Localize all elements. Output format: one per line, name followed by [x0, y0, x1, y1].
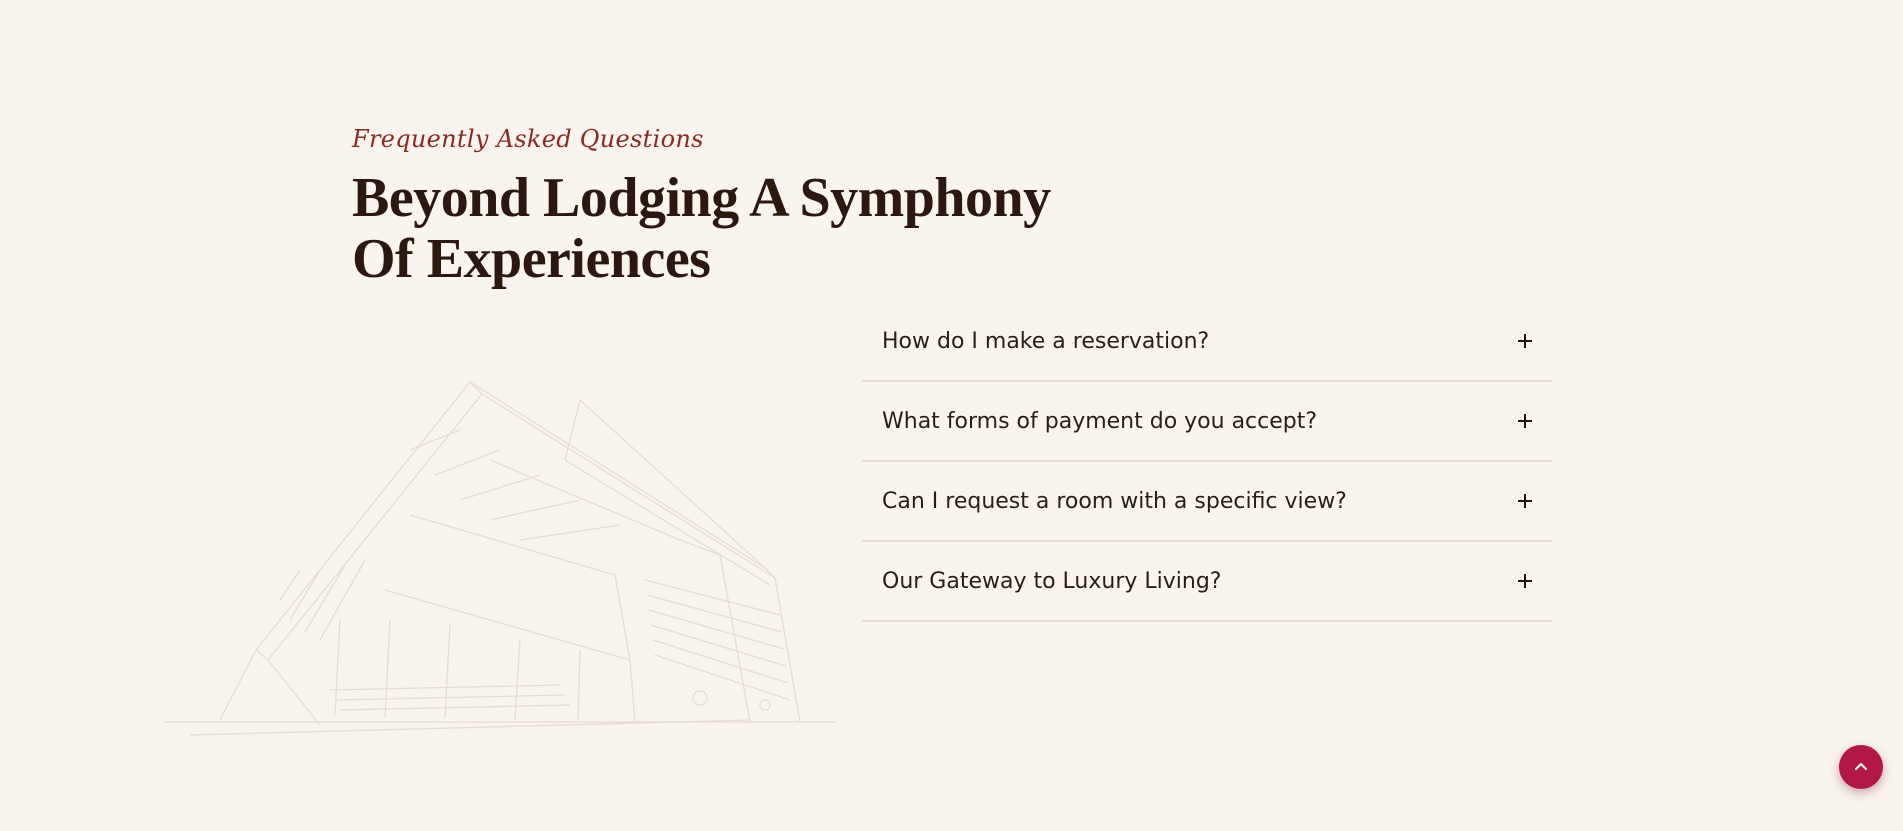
faq-section-header: Frequently Asked Questions Beyond Lodgin…	[352, 118, 1052, 290]
plus-icon[interactable]	[1518, 573, 1534, 589]
faq-item-payment[interactable]: What forms of payment do you accept?	[862, 382, 1552, 462]
plus-icon[interactable]	[1518, 493, 1534, 509]
chevron-up-icon	[1855, 763, 1867, 770]
faq-accordion: How do I make a reservation? What forms …	[862, 302, 1552, 622]
section-eyebrow: Frequently Asked Questions	[352, 125, 704, 153]
section-title-line-2: Of Experiences	[352, 228, 711, 290]
faq-item-luxury-living[interactable]: Our Gateway to Luxury Living?	[862, 542, 1552, 622]
plus-icon[interactable]	[1518, 413, 1534, 429]
faq-question: What forms of payment do you accept?	[882, 408, 1318, 434]
faq-item-reservation[interactable]: How do I make a reservation?	[862, 302, 1552, 382]
faq-question: Can I request a room with a specific vie…	[882, 488, 1347, 514]
building-sketch-illustration	[160, 370, 840, 750]
plus-icon[interactable]	[1518, 333, 1534, 349]
section-title: Beyond Lodging A Symphony Of Experiences	[352, 168, 1052, 290]
faq-question: How do I make a reservation?	[882, 328, 1210, 354]
faq-item-room-view[interactable]: Can I request a room with a specific vie…	[862, 462, 1552, 542]
section-title-line-1: Beyond Lodging A Symphony	[352, 167, 1051, 229]
scroll-to-top-button[interactable]	[1839, 745, 1883, 789]
faq-question: Our Gateway to Luxury Living?	[882, 568, 1222, 594]
